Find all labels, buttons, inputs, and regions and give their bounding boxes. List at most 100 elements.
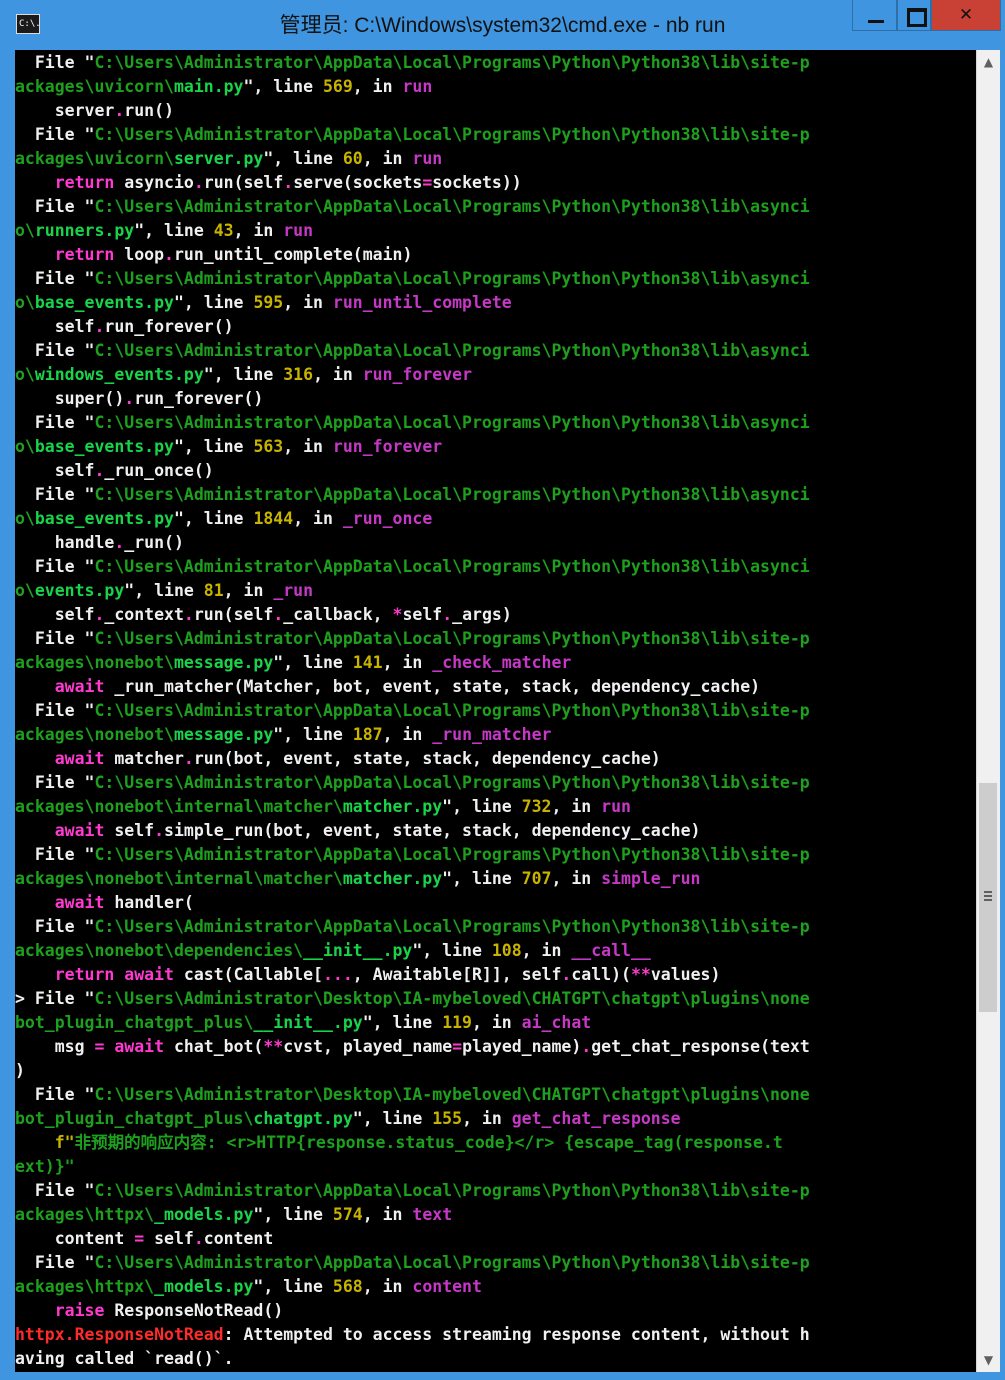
console-text-segment: , in (362, 1205, 413, 1224)
console-line: o\windows_events.py", line 316, in run_f… (15, 363, 472, 387)
console-line: msg = await chat_bot(**cvst, played_name… (15, 1035, 810, 1059)
console-text-segment: C:\Users\Administrator\AppData\Local\Pro… (94, 341, 810, 360)
console-text-segment: , in (293, 509, 343, 528)
console-text-segment: ackages\nonebot\ (15, 725, 174, 744)
title-bar[interactable]: C:\. 管理员: C:\Windows\system32\cmd.exe - … (0, 0, 1005, 50)
console-text-segment (15, 173, 55, 192)
console-text-segment: . (94, 605, 105, 624)
console-line: await self.simple_run(bot, event, state,… (15, 819, 701, 843)
console-line: File "C:\Users\Administrator\AppData\Loc… (15, 339, 810, 363)
console-line: > File "C:\Users\Administrator\Desktop\I… (15, 987, 810, 1011)
minimize-button[interactable] (852, 0, 897, 31)
console-text-segment: await (54, 893, 105, 912)
maximize-icon (907, 8, 927, 27)
console-text-segment: , Awaitable[R]], self (352, 965, 562, 984)
console-text-segment: . (273, 605, 284, 624)
console-text-segment: self (15, 461, 95, 480)
console-text-segment (15, 1301, 55, 1320)
console-text-segment: . (193, 173, 204, 192)
console-text-segment: windows_events.py (34, 365, 204, 384)
console-text-segment: _check_matcher (432, 653, 572, 672)
console-text-segment: o\ (15, 365, 35, 384)
console-text-segment: ", line (173, 437, 254, 456)
console-text-segment: File " (15, 1253, 95, 1272)
console-text-segment: ** (630, 965, 651, 984)
console-text-segment: run_forever() (104, 317, 234, 336)
console-text-segment: _run_matcher(Matcher, bot, event, state,… (104, 677, 761, 696)
console-text-segment: C:\Users\Administrator\AppData\Local\Pro… (94, 701, 810, 720)
scroll-up-arrow-icon[interactable]: ▲ (977, 50, 1000, 74)
console-text-segment: , in (362, 149, 413, 168)
console-line: File "C:\Users\Administrator\AppData\Loc… (15, 1179, 810, 1203)
console-text-segment: . (124, 389, 135, 408)
console-line: File "C:\Users\Administrator\AppData\Loc… (15, 843, 810, 867)
console-text-segment: , in (551, 869, 602, 888)
scrollbar-thumb[interactable] (979, 783, 997, 1012)
scroll-down-arrow-icon[interactable]: ▼ (977, 1348, 1000, 1372)
console-text-segment: File " (15, 557, 95, 576)
console-line: ackages\httpx\_models.py", line 574, in … (15, 1203, 452, 1227)
maximize-button[interactable] (897, 0, 931, 31)
console-text-segment: return (54, 173, 115, 192)
console-output[interactable]: File "C:\Users\Administrator\AppData\Loc… (15, 50, 976, 1372)
console-text-segment: File " (15, 917, 95, 936)
console-text-segment: _context (104, 605, 184, 624)
console-text-segment: C:\Users\Administrator\Desktop\IA-mybelo… (94, 1085, 810, 1104)
grip-line (984, 891, 992, 893)
console-text-segment: C:\Users\Administrator\AppData\Local\Pro… (94, 413, 810, 432)
console-text-segment: _args) (452, 605, 512, 624)
console-text-segment: await (124, 965, 174, 984)
console-text-segment: chat_bot( (164, 1037, 264, 1056)
console-text-segment: ", line (243, 77, 323, 96)
console-text-segment: o\ (15, 509, 35, 528)
console-line: o\events.py", line 81, in _run (15, 579, 313, 603)
console-text-segment: base_events.py (34, 437, 174, 456)
console-text-segment: run (402, 77, 433, 96)
console-text-segment: run(self (203, 173, 284, 192)
console-text-segment: run_forever (332, 437, 443, 456)
console-text-segment: server (15, 101, 115, 120)
console-text-segment: ackages\nonebot\ (15, 653, 174, 672)
console-text-segment: ai_chat (521, 1013, 592, 1032)
console-text-segment (15, 821, 55, 840)
console-text-segment: values) (650, 965, 721, 984)
vertical-scrollbar[interactable]: ▲ ▼ (976, 50, 1000, 1372)
console-text-segment: server.py (173, 149, 264, 168)
console-text-segment (15, 245, 55, 264)
console-line: super().run_forever() (15, 387, 264, 411)
console-text-segment: return (54, 965, 115, 984)
console-text-segment: bot_plugin_chatgpt_plus\ (15, 1109, 254, 1128)
console-text-segment: . (94, 461, 105, 480)
console-text-segment: C:\Users\Administrator\AppData\Local\Pro… (94, 53, 810, 72)
console-text-segment: File " (15, 53, 95, 72)
console-text-segment: ackages\httpx\ (15, 1205, 155, 1224)
console-text-segment: 707 (521, 869, 552, 888)
console-line: ackages\nonebot\internal\matcher\matcher… (15, 867, 700, 891)
console-line: File "C:\Users\Administrator\AppData\Loc… (15, 1251, 810, 1275)
console-text-segment: , in (223, 581, 274, 600)
console-text-segment: * (392, 605, 403, 624)
console-text-segment: serve(sockets (293, 173, 423, 192)
console-text-segment: content (15, 1229, 135, 1248)
console-text-segment: run_until_complete (332, 293, 512, 312)
console-line: f"非预期的响应内容: <r>HTTP{response.status_code… (15, 1131, 783, 1155)
console-text-segment: C:\Users\Administrator\AppData\Local\Pro… (94, 917, 810, 936)
console-line: File "C:\Users\Administrator\AppData\Loc… (15, 195, 810, 219)
console-text-segment: _run_once() (104, 461, 214, 480)
console-text-segment: File " (15, 125, 95, 144)
console-line: File "C:\Users\Administrator\AppData\Loc… (15, 123, 810, 147)
console-text-segment: ackages\nonebot\internal\matcher\ (15, 797, 343, 816)
console-line: File "C:\Users\Administrator\AppData\Loc… (15, 699, 810, 723)
console-text-segment: File " (15, 701, 95, 720)
console-text-segment: C:\Users\Administrator\AppData\Local\Pro… (94, 269, 810, 288)
console-text-segment: 141 (352, 653, 383, 672)
console-text-segment: File " (15, 413, 95, 432)
console-line: return await cast(Callable[..., Awaitabl… (15, 963, 721, 987)
console-text-segment: self (15, 605, 95, 624)
close-button[interactable]: ✕ (931, 0, 1001, 31)
window-border-bottom (0, 1372, 1005, 1380)
console-text-segment: ", line (273, 653, 353, 672)
console-text-segment: self (104, 821, 155, 840)
console-text-segment: = (134, 1229, 145, 1248)
console-text-segment: . (183, 605, 194, 624)
